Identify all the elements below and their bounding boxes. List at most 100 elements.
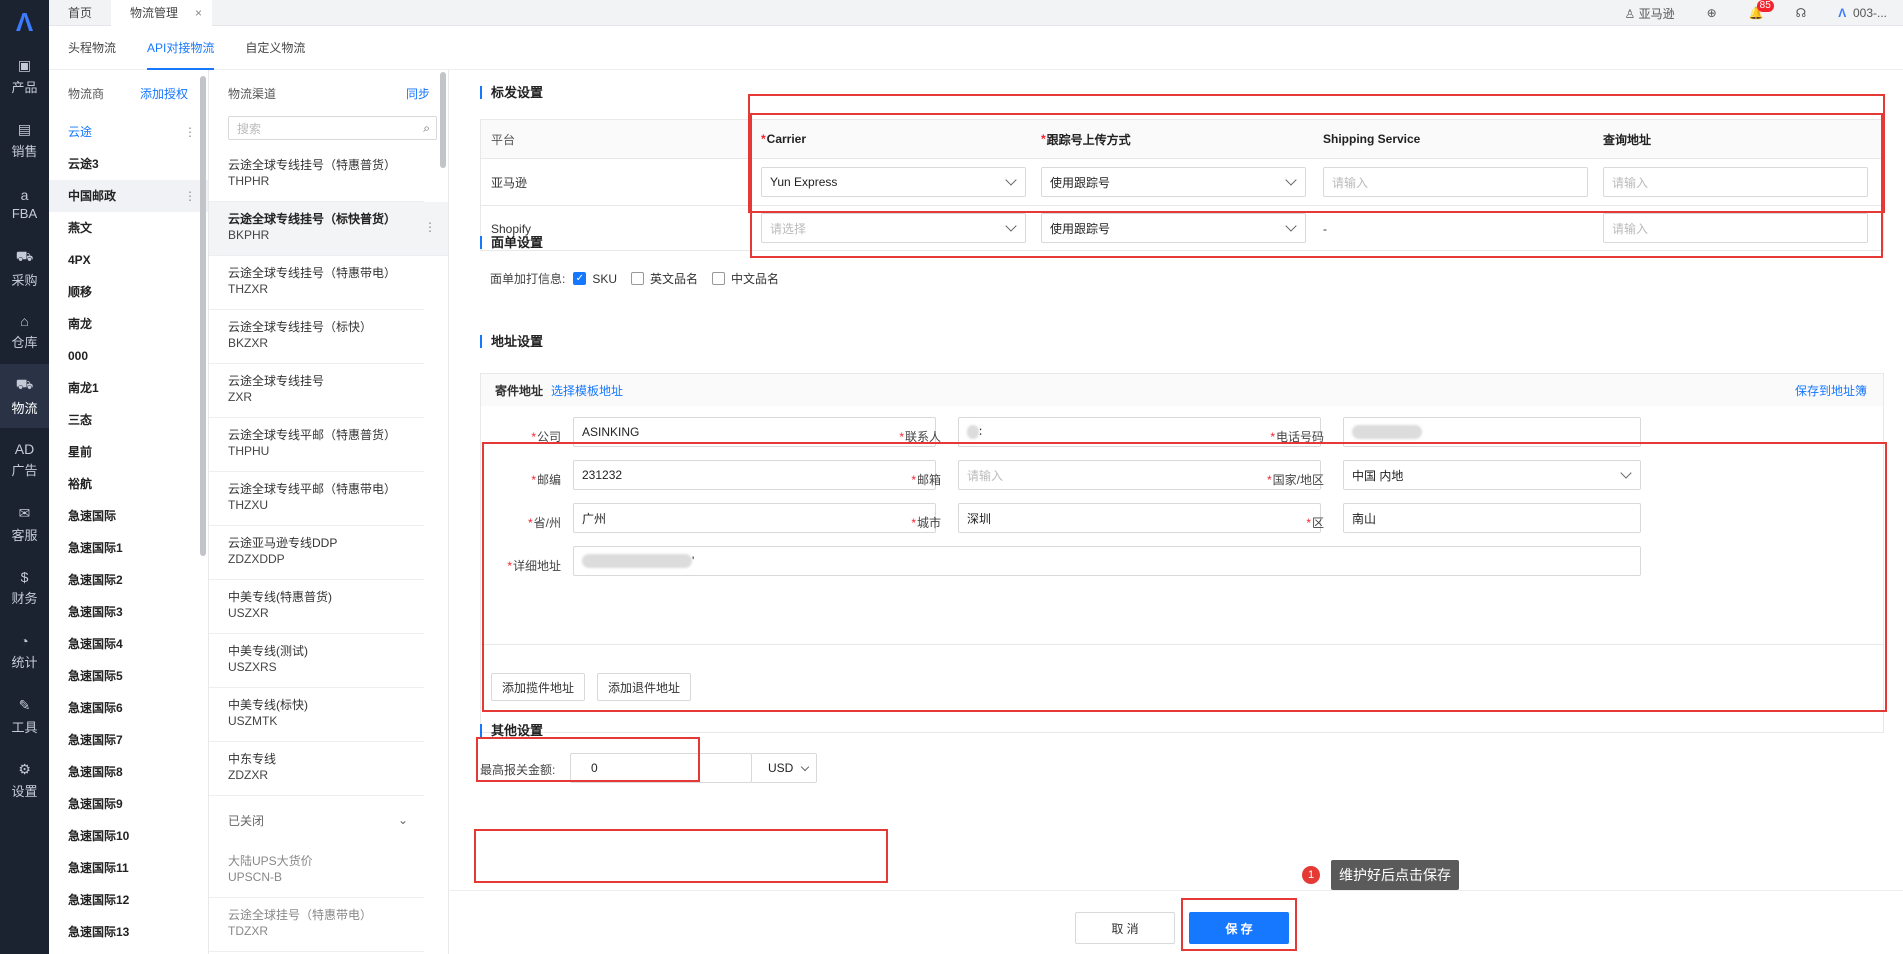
subtab-api[interactable]: API对接物流 bbox=[147, 26, 215, 70]
district-input[interactable]: 南山 bbox=[1343, 503, 1641, 533]
query-input[interactable]: 请输入 bbox=[1603, 213, 1868, 243]
list-item[interactable]: 急速国际6 bbox=[49, 692, 208, 724]
list-item[interactable]: 云途全球专线挂号（标快） BKZXR bbox=[209, 310, 424, 364]
subtab-headhaul[interactable]: 头程物流 bbox=[68, 26, 116, 70]
cancel-button[interactable]: 取 消 bbox=[1075, 912, 1175, 944]
rail-item-2[interactable]: a FBA bbox=[0, 172, 49, 236]
bell-icon[interactable]: 🔔 85 bbox=[1749, 0, 1774, 20]
phone-input[interactable] bbox=[1343, 417, 1641, 447]
add-auth-link[interactable]: 添加授权 bbox=[140, 85, 188, 102]
rail-item-7[interactable]: ✉ 客服 bbox=[0, 492, 49, 556]
tab-logistics-management[interactable]: 物流管理 × bbox=[111, 0, 213, 26]
list-item[interactable]: 三态 bbox=[49, 404, 208, 436]
channel-scrollbar[interactable] bbox=[440, 72, 446, 168]
closed-section-toggle[interactable]: 已关闭 ⌄ bbox=[209, 796, 448, 844]
download-icon[interactable]: ⊕ bbox=[1707, 6, 1717, 20]
account-menu[interactable]: Λ 003-... bbox=[1838, 6, 1887, 20]
rail-item-3[interactable]: ⛟ 采购 bbox=[0, 236, 49, 300]
more-icon[interactable]: ⋮ bbox=[424, 220, 436, 234]
app-logo[interactable]: Λ bbox=[0, 0, 49, 44]
service-input[interactable]: 请输入 bbox=[1323, 167, 1588, 197]
list-item[interactable]: 急速国际2 bbox=[49, 564, 208, 596]
list-item[interactable]: 南龙 bbox=[49, 308, 208, 340]
finance-icon: $ bbox=[20, 569, 29, 585]
channel-code: TDZXR bbox=[228, 924, 268, 938]
list-item[interactable]: 云途全球专线挂号（标快普货） BKPHR ⋮ bbox=[209, 202, 448, 256]
template-link[interactable]: 选择模板地址 bbox=[551, 384, 623, 398]
close-icon[interactable]: × bbox=[195, 0, 202, 26]
currency-select[interactable]: USD bbox=[751, 753, 817, 783]
list-item[interactable]: 裕航 bbox=[49, 468, 208, 500]
headset-icon[interactable]: ☊ bbox=[1796, 6, 1807, 20]
list-item[interactable]: 云途全球专线挂号 ZXR bbox=[209, 364, 424, 418]
max-amount-input[interactable]: 0 bbox=[570, 753, 752, 783]
list-item[interactable]: 急速国际10 bbox=[49, 820, 208, 852]
rail-item-11[interactable]: ⚙ 设置 bbox=[0, 748, 49, 812]
country-select[interactable]: 中国 内地 bbox=[1343, 460, 1641, 490]
save-button[interactable]: 保 存 bbox=[1189, 912, 1289, 944]
list-item[interactable]: 急速国际4 bbox=[49, 628, 208, 660]
rail-item-6[interactable]: AD 广告 bbox=[0, 428, 49, 492]
tab-home[interactable]: 首页 bbox=[49, 0, 111, 26]
rail-item-0[interactable]: ▣ 产品 bbox=[0, 44, 49, 108]
list-item[interactable]: 云途亚马逊专线DDP ZDZXDDP bbox=[209, 526, 424, 580]
list-item[interactable]: 中美专线(测试) USZXRS bbox=[209, 634, 424, 688]
list-item[interactable]: 大陆UPS大货价 UPSCN-B bbox=[209, 844, 424, 898]
list-item[interactable]: 中国邮政 ⋮ bbox=[49, 180, 208, 212]
checkbox-cn-name[interactable]: 中文品名 bbox=[712, 270, 779, 287]
subtab-custom[interactable]: 自定义物流 bbox=[245, 26, 305, 70]
checkbox-sku[interactable]: ✓ SKU bbox=[573, 272, 617, 286]
list-item[interactable]: 急速国际 bbox=[49, 500, 208, 532]
list-item[interactable]: 云途全球专线平邮（特惠带电） THZXU bbox=[209, 472, 424, 526]
channel-name: 云途全球专线挂号（标快） bbox=[228, 320, 373, 334]
list-item[interactable]: 4PX bbox=[49, 244, 208, 276]
add-return-address-button[interactable]: 添加退件地址 bbox=[597, 673, 691, 701]
carrier-name: 急速国际 bbox=[68, 509, 117, 523]
carrier-select[interactable]: 请选择 bbox=[761, 213, 1026, 243]
list-item[interactable]: 急速国际8 bbox=[49, 756, 208, 788]
more-icon[interactable]: ⋮ bbox=[184, 180, 196, 212]
carrier-scrollbar[interactable] bbox=[200, 76, 206, 556]
list-item[interactable]: 中美专线(特惠普货) USZXR bbox=[209, 580, 424, 634]
more-icon[interactable]: ⋮ bbox=[184, 116, 196, 148]
list-item[interactable]: 云途全球挂号（特惠带电） TDZXR bbox=[209, 898, 424, 952]
save-to-book-link[interactable]: 保存到地址簿 bbox=[1795, 382, 1867, 399]
list-item[interactable]: 急速国际5 bbox=[49, 660, 208, 692]
list-item[interactable]: 中美专线(标快) USZMTK bbox=[209, 688, 424, 742]
carrier-select[interactable]: Yun Express bbox=[761, 167, 1026, 197]
list-item[interactable]: 中东专线 ZDZXR bbox=[209, 742, 424, 796]
sync-link[interactable]: 同步 bbox=[406, 85, 430, 102]
list-item[interactable]: 急速国际1 bbox=[49, 532, 208, 564]
list-item[interactable]: 云途全球专线挂号（特惠普货） THPHR bbox=[209, 148, 424, 202]
search-placeholder: 搜索 bbox=[237, 121, 262, 136]
list-item[interactable]: 云途全球专线挂号（特惠带电） THZXR bbox=[209, 256, 424, 310]
list-item[interactable]: 南龙1 bbox=[49, 372, 208, 404]
list-item[interactable]: 急速国际9 bbox=[49, 788, 208, 820]
list-item[interactable]: 急速国际13 bbox=[49, 916, 208, 948]
list-item[interactable]: 云途 ⋮ bbox=[49, 116, 208, 148]
store-selector[interactable]: ♙ 亚马逊 bbox=[1624, 5, 1674, 22]
channel-search-input[interactable]: 搜索 ⌕ bbox=[228, 116, 437, 140]
list-item[interactable]: 顺移 bbox=[49, 276, 208, 308]
rail-item-1[interactable]: ▤ 销售 bbox=[0, 108, 49, 172]
query-input[interactable]: 请输入 bbox=[1603, 167, 1868, 197]
detail-input[interactable]: ' bbox=[573, 546, 1641, 576]
list-item[interactable]: 急速国际11 bbox=[49, 852, 208, 884]
list-item[interactable]: 急速国际7 bbox=[49, 724, 208, 756]
rail-item-9[interactable]: ◔ 统计 bbox=[0, 620, 49, 684]
rail-item-8[interactable]: $ 财务 bbox=[0, 556, 49, 620]
rail-item-4[interactable]: ⌂ 仓库 bbox=[0, 300, 49, 364]
checkbox-en-name[interactable]: 英文品名 bbox=[631, 270, 698, 287]
list-item[interactable]: 云途3 bbox=[49, 148, 208, 180]
upload-select[interactable]: 使用跟踪号 bbox=[1041, 213, 1306, 243]
list-item[interactable]: 000 bbox=[49, 340, 208, 372]
rail-item-5[interactable]: ⛟ 物流 bbox=[0, 364, 49, 428]
rail-item-10[interactable]: ✎ 工具 bbox=[0, 684, 49, 748]
list-item[interactable]: 急速国际3 bbox=[49, 596, 208, 628]
list-item[interactable]: 燕文 bbox=[49, 212, 208, 244]
list-item[interactable]: 急速国际12 bbox=[49, 884, 208, 916]
list-item[interactable]: 云途全球专线平邮（特惠普货） THPHU bbox=[209, 418, 424, 472]
upload-select[interactable]: 使用跟踪号 bbox=[1041, 167, 1306, 197]
list-item[interactable]: 星前 bbox=[49, 436, 208, 468]
add-pickup-address-button[interactable]: 添加揽件地址 bbox=[491, 673, 585, 701]
